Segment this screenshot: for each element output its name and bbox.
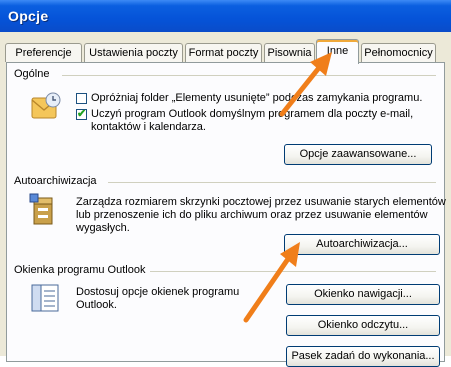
outlook-panes-icon	[30, 282, 62, 317]
autoarchive-desc-line3: wygasłych.	[76, 222, 130, 234]
tab-pelnomocnicy[interactable]: Pełnomocnicy	[361, 43, 436, 62]
section-divider	[62, 75, 436, 76]
tab-format-poczty[interactable]: Format poczty	[185, 43, 262, 62]
outlook-panes-desc-line1: Dostosuj opcje okienek programu	[76, 286, 240, 298]
tab-inne[interactable]: Inne	[316, 39, 359, 64]
outlook-options-icon	[30, 90, 64, 127]
default-program-checkbox[interactable]: ✔	[76, 108, 87, 120]
section-label-okienka: Okienka programu Outlook	[14, 264, 149, 276]
title-bar[interactable]: Opcje	[0, 0, 451, 32]
section-divider	[108, 182, 436, 183]
section-label-autoarchiwizacja: Autoarchiwizacja	[14, 175, 100, 187]
todo-bar-button[interactable]: Pasek zadań do wykonania...	[286, 346, 440, 367]
autoarchive-button[interactable]: Autoarchiwizacja...	[284, 234, 440, 255]
advanced-options-button[interactable]: Opcje zaawansowane...	[284, 144, 432, 165]
outlook-panes-desc-line2: Outlook.	[76, 299, 117, 311]
tab-pisownia[interactable]: Pisownia	[264, 43, 315, 62]
empty-deleted-label: Opróżniaj folder „Elementy usunięte” pod…	[91, 92, 423, 104]
checkbox-check-icon: ✔	[77, 108, 87, 120]
tab-ustawienia-poczty[interactable]: Ustawienia poczty	[84, 43, 183, 62]
navigation-pane-button[interactable]: Okienko nawigacji...	[286, 284, 440, 305]
window-title: Opcje	[8, 8, 49, 24]
tab-preferencje[interactable]: Preferencje	[5, 43, 82, 62]
section-divider	[150, 271, 436, 272]
default-program-label-line1: Uczyń program Outlook domyślnym programe…	[91, 108, 414, 120]
autoarchive-icon	[28, 192, 60, 229]
section-label-ogolne: Ogólne	[14, 68, 53, 80]
autoarchive-desc-line1: Zarządza rozmiarem skrzynki pocztowej pr…	[76, 196, 446, 208]
autoarchive-desc-line2: lub przenoszenie ich do pliku archiwum o…	[76, 209, 428, 221]
empty-deleted-checkbox[interactable]	[76, 93, 87, 104]
default-program-label-line2: kontaktów i kalendarza.	[91, 121, 206, 133]
reading-pane-button[interactable]: Okienko odczytu...	[286, 315, 440, 336]
